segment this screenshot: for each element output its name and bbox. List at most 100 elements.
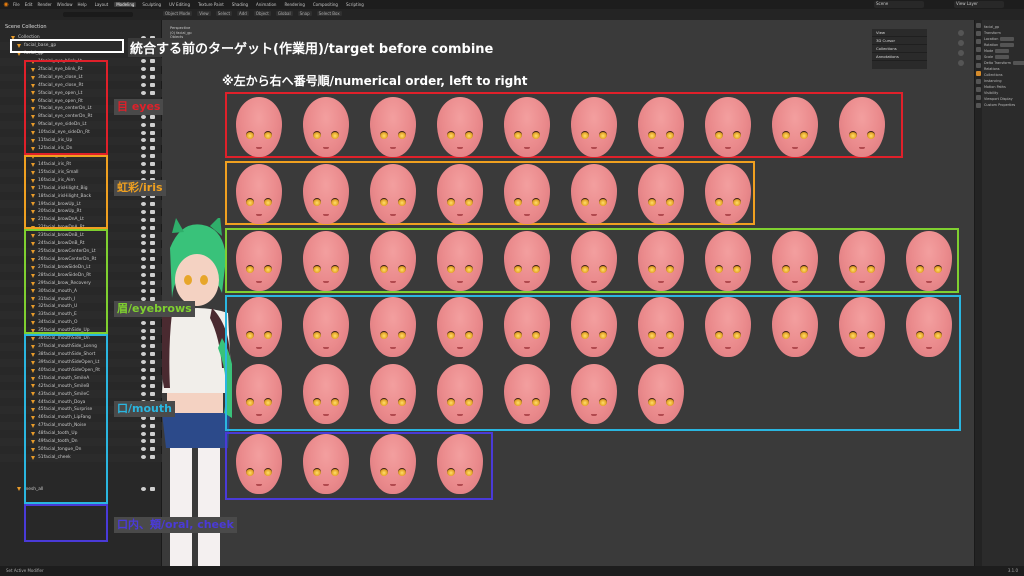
viewport-menu-object-mode[interactable]: Object Mode	[163, 11, 193, 16]
visibility-eye-icon[interactable]	[141, 288, 146, 293]
render-camera-icon[interactable]	[150, 344, 155, 349]
output-tab-icon[interactable]	[976, 39, 981, 44]
tab-uv-editing[interactable]: UV Editing	[167, 2, 192, 7]
render-camera-icon[interactable]	[150, 288, 155, 293]
visibility-eye-icon[interactable]	[141, 217, 146, 222]
npanel-annotations[interactable]: Annotations	[872, 53, 927, 61]
visibility-eye-icon[interactable]	[141, 447, 146, 452]
menu-help[interactable]: Help	[77, 2, 86, 7]
render-camera-icon[interactable]	[150, 209, 155, 214]
npanel-3d-cursor[interactable]: 3D Cursor	[872, 37, 927, 45]
visibility-eye-icon[interactable]	[141, 360, 146, 365]
render-camera-icon[interactable]	[150, 225, 155, 230]
constraints-tab-icon[interactable]	[976, 95, 981, 100]
render-camera-icon[interactable]	[150, 67, 155, 72]
props-value-field[interactable]	[1000, 37, 1015, 41]
world-tab-icon[interactable]	[976, 63, 981, 68]
physics-tab-icon[interactable]	[976, 87, 981, 92]
render-camera-icon[interactable]	[150, 233, 155, 238]
viewport-menu-snap[interactable]: Snap	[297, 11, 312, 16]
tab-rendering[interactable]: Rendering	[282, 2, 306, 7]
npanel-collections[interactable]: Collections	[872, 45, 927, 53]
menu-edit[interactable]: Edit	[25, 2, 33, 7]
render-camera-icon[interactable]	[150, 154, 155, 159]
visibility-eye-icon[interactable]	[141, 146, 146, 151]
render-camera-icon[interactable]	[150, 90, 155, 95]
visibility-eye-icon[interactable]	[141, 225, 146, 230]
viewport-menu-object[interactable]: Object	[253, 11, 271, 16]
visibility-eye-icon[interactable]	[141, 336, 146, 341]
tab-texture-paint[interactable]: Texture Paint	[196, 2, 226, 7]
render-camera-icon[interactable]	[150, 273, 155, 278]
render-camera-icon[interactable]	[150, 114, 155, 119]
visibility-eye-icon[interactable]	[141, 344, 146, 349]
tab-compositing[interactable]: Compositing	[311, 2, 340, 7]
render-camera-icon[interactable]	[150, 138, 155, 143]
visibility-eye-icon[interactable]	[141, 423, 146, 428]
render-camera-icon[interactable]	[150, 368, 155, 373]
render-camera-icon[interactable]	[150, 130, 155, 135]
render-camera-icon[interactable]	[150, 281, 155, 286]
visibility-eye-icon[interactable]	[141, 352, 146, 357]
visibility-eye-icon[interactable]	[141, 201, 146, 206]
visibility-eye-icon[interactable]	[141, 391, 146, 396]
view-layer-selector[interactable]: View Layer	[954, 1, 1004, 8]
tab-animation[interactable]: Animation	[254, 2, 278, 7]
render-camera-icon[interactable]	[150, 146, 155, 151]
viewport-menu-view[interactable]: View	[197, 11, 211, 16]
tool-tab-icon[interactable]	[976, 23, 981, 28]
render-camera-icon[interactable]	[150, 170, 155, 175]
render-camera-icon[interactable]	[150, 162, 155, 167]
blender-logo-icon[interactable]: ◉	[2, 1, 10, 8]
data-tab-icon[interactable]	[976, 103, 981, 108]
visibility-eye-icon[interactable]	[141, 83, 146, 88]
render-camera-icon[interactable]	[150, 360, 155, 365]
visibility-eye-icon[interactable]	[141, 257, 146, 262]
visibility-eye-icon[interactable]	[141, 233, 146, 238]
visibility-eye-icon[interactable]	[141, 273, 146, 278]
render-camera-icon[interactable]	[150, 265, 155, 270]
visibility-eye-icon[interactable]	[141, 249, 146, 254]
render-camera-icon[interactable]	[150, 201, 155, 206]
viewport-menu-add[interactable]: Add	[237, 11, 249, 16]
visibility-eye-icon[interactable]	[141, 122, 146, 127]
tab-shading[interactable]: Shading	[230, 2, 250, 7]
outliner-search-input[interactable]	[63, 12, 133, 17]
visibility-eye-icon[interactable]	[141, 162, 146, 167]
modifier-tab-icon[interactable]	[976, 79, 981, 84]
render-tab-icon[interactable]	[976, 31, 981, 36]
render-camera-icon[interactable]	[150, 423, 155, 428]
tab-layout[interactable]: Layout	[93, 2, 111, 7]
render-camera-icon[interactable]	[150, 59, 155, 64]
menu-window[interactable]: Window	[57, 2, 73, 7]
render-camera-icon[interactable]	[150, 486, 155, 491]
visibility-eye-icon[interactable]	[141, 328, 146, 333]
viewport-menu-select-box[interactable]: Select Box	[316, 11, 342, 16]
render-camera-icon[interactable]	[150, 376, 155, 381]
render-camera-icon[interactable]	[150, 122, 155, 127]
props-value-field[interactable]	[995, 55, 1010, 59]
visibility-eye-icon[interactable]	[141, 486, 146, 491]
visibility-eye-icon[interactable]	[141, 383, 146, 388]
visibility-eye-icon[interactable]	[141, 368, 146, 373]
render-camera-icon[interactable]	[150, 383, 155, 388]
render-camera-icon[interactable]	[150, 328, 155, 333]
visibility-eye-icon[interactable]	[141, 90, 146, 95]
visibility-eye-icon[interactable]	[141, 59, 146, 64]
props-section-custom-properties[interactable]: Custom Properties	[984, 102, 1024, 108]
view-layer-tab-icon[interactable]	[976, 47, 981, 52]
render-camera-icon[interactable]	[150, 455, 155, 460]
render-camera-icon[interactable]	[150, 75, 155, 80]
visibility-eye-icon[interactable]	[141, 67, 146, 72]
menu-render[interactable]: Render	[37, 2, 51, 7]
render-camera-icon[interactable]	[150, 249, 155, 254]
render-camera-icon[interactable]	[150, 391, 155, 396]
render-camera-icon[interactable]	[150, 320, 155, 325]
scene-selector[interactable]: Scene	[874, 1, 924, 8]
npanel-view[interactable]: View	[872, 29, 927, 37]
render-camera-icon[interactable]	[150, 241, 155, 246]
visibility-eye-icon[interactable]	[141, 114, 146, 119]
visibility-eye-icon[interactable]	[141, 138, 146, 143]
visibility-eye-icon[interactable]	[141, 376, 146, 381]
tab-scripting[interactable]: Scripting	[344, 2, 366, 7]
